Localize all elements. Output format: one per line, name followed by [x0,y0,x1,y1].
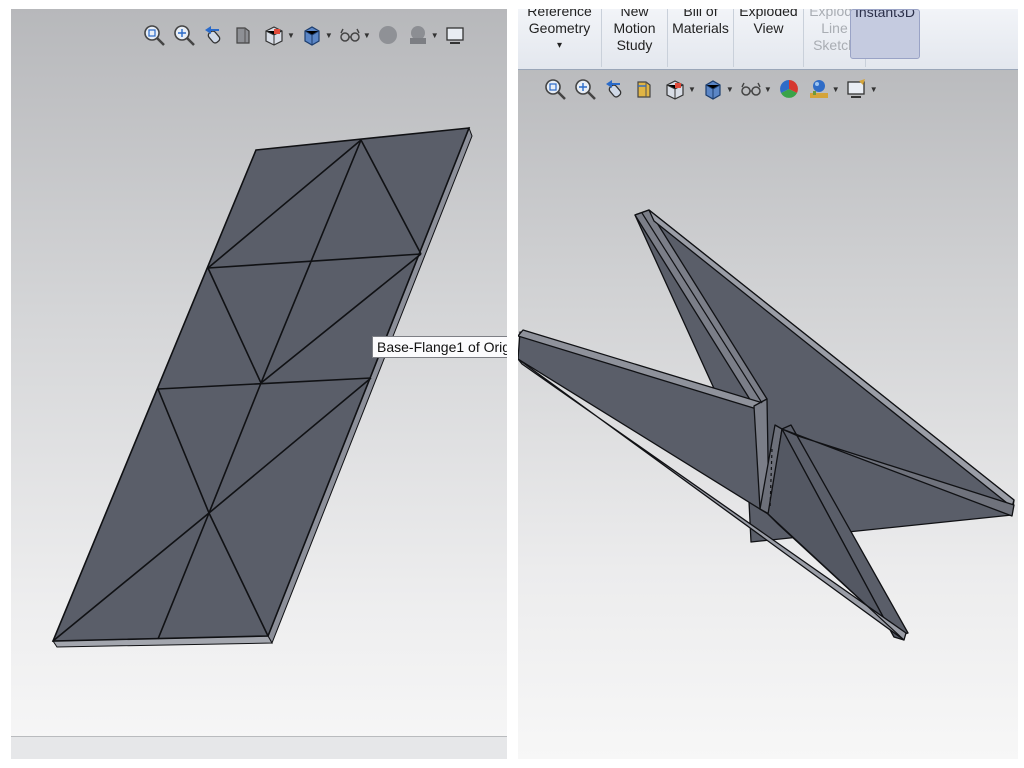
feature-tooltip: Base-Flange1 of Orig [372,336,507,358]
flat-sheet-part[interactable] [11,9,507,759]
left-graphics-area[interactable]: ▼ ▼ ▼ ▼ Base-Flange1 of Orig [11,9,507,759]
folded-sheet-part[interactable] [518,9,1018,759]
right-graphics-area[interactable]: Reference Geometry ▾ New Motion Study Bi… [518,9,1018,759]
status-bar [11,736,507,759]
